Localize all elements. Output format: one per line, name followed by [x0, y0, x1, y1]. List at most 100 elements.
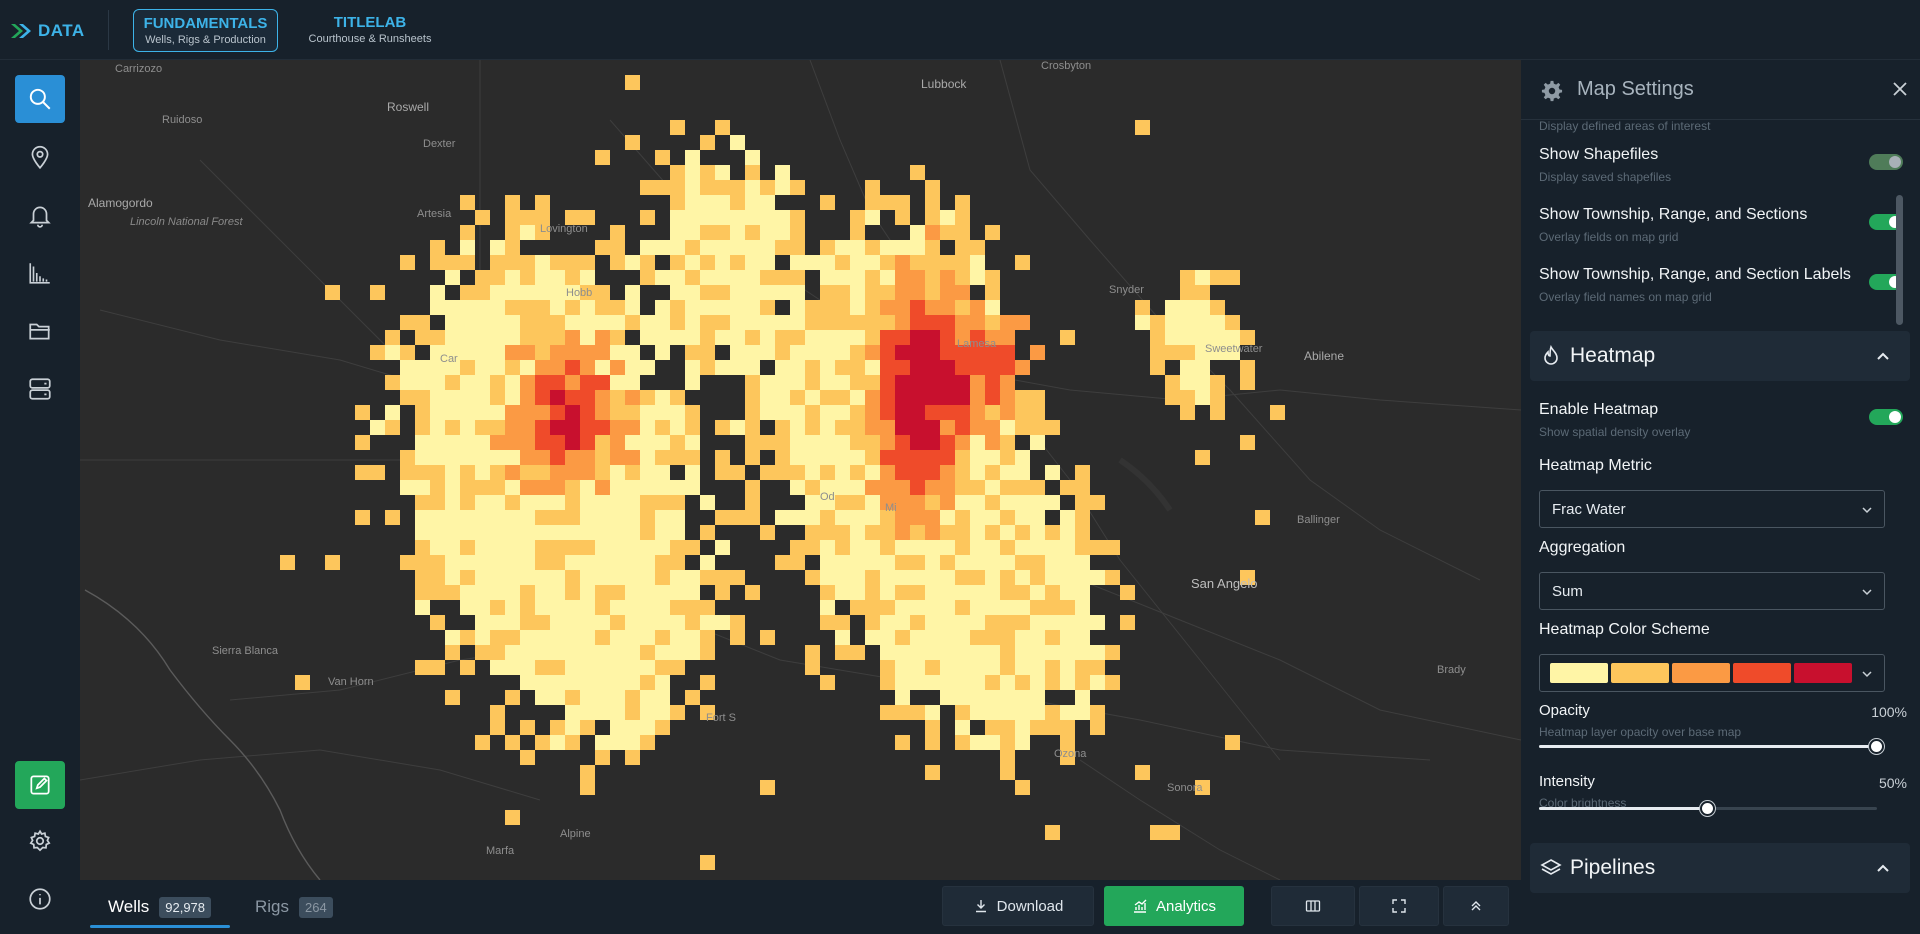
- heatmap-cell: [1150, 825, 1165, 840]
- heatmap-section-header[interactable]: Heatmap: [1530, 331, 1910, 381]
- heatmap-cell: [880, 345, 895, 360]
- heatmap-cell: [460, 450, 475, 465]
- heatmap-cell: [730, 270, 745, 285]
- heatmap-cell: [670, 435, 685, 450]
- panel-scroll-area[interactable]: Display defined areas of interest Show S…: [1521, 121, 1920, 934]
- rail-analytics-button[interactable]: [15, 249, 65, 297]
- heatmap-cell: [565, 360, 580, 375]
- rail-folders-button[interactable]: [15, 307, 65, 355]
- heatmap-cell: [685, 270, 700, 285]
- heatmap-cell: [880, 240, 895, 255]
- heatmap-cell: [490, 615, 505, 630]
- rail-settings-button[interactable]: [15, 817, 65, 865]
- tab-wells[interactable]: Wells 92,978: [108, 892, 212, 922]
- heatmap-cell: [505, 435, 520, 450]
- truncated-setting: Display defined areas of interest: [1539, 121, 1909, 133]
- heatmap-cell: [820, 570, 835, 585]
- intensity-slider[interactable]: [1539, 801, 1877, 816]
- heatmap-metric-select[interactable]: Frac Water: [1539, 490, 1885, 528]
- heatmap-cell: [640, 315, 655, 330]
- heatmap-cell: [415, 480, 430, 495]
- tab-rigs[interactable]: Rigs 264: [255, 892, 333, 922]
- heatmap-cell: [550, 330, 565, 345]
- heatmap-cell: [895, 255, 910, 270]
- heatmap-cell: [550, 510, 565, 525]
- heatmap-cell: [1000, 630, 1015, 645]
- heatmap-cell: [580, 255, 595, 270]
- heatmap-cell: [850, 645, 865, 660]
- heatmap-cell: [910, 345, 925, 360]
- rail-locations-button[interactable]: [15, 133, 65, 181]
- panel-scrollbar[interactable]: [1896, 120, 1903, 934]
- heatmap-cell: [685, 285, 700, 300]
- heatmap-cell: [505, 420, 520, 435]
- heatmap-cell: [445, 495, 460, 510]
- heatmap-cell: [865, 480, 880, 495]
- pipelines-section-header[interactable]: Pipelines: [1530, 843, 1910, 893]
- heatmap-cell: [955, 675, 970, 690]
- heatmap-cell: [745, 285, 760, 300]
- heatmap-cell: [805, 480, 820, 495]
- place-label: Hobb: [566, 287, 593, 299]
- heatmap-cell: [550, 435, 565, 450]
- slider-handle[interactable]: [1869, 739, 1884, 754]
- columns-toggle-button[interactable]: [1271, 886, 1355, 926]
- heatmap-cell: [1225, 735, 1240, 750]
- heatmap-cell: [640, 420, 655, 435]
- product-titlelab[interactable]: TITLELAB Courthouse & Runsheets: [300, 9, 440, 52]
- heatmap-cell: [895, 360, 910, 375]
- heatmap-cell: [595, 630, 610, 645]
- heatmap-cell: [1045, 420, 1060, 435]
- heatmap-cell: [625, 570, 640, 585]
- rail-info-button[interactable]: [15, 875, 65, 923]
- rail-alerts-button[interactable]: [15, 191, 65, 239]
- rail-edit-button[interactable]: [15, 761, 65, 809]
- heatmap-cell: [610, 525, 625, 540]
- heatmap-cell: [685, 180, 700, 195]
- heatmap-cell: [850, 495, 865, 510]
- heatmap-cell: [730, 345, 745, 360]
- color-scheme-select[interactable]: [1539, 654, 1885, 692]
- opacity-slider[interactable]: [1539, 739, 1884, 754]
- place-label: Lamesa: [957, 338, 997, 350]
- heatmap-cell: [475, 600, 490, 615]
- setting-enable-heatmap: Enable Heatmap Show spatial density over…: [1539, 401, 1909, 439]
- heatmap-cell: [1060, 720, 1075, 735]
- heatmap-cell: [565, 270, 580, 285]
- scrollbar-thumb[interactable]: [1896, 195, 1903, 325]
- place-label: Fort S: [706, 712, 736, 724]
- heatmap-cell: [700, 195, 715, 210]
- heatmap-cell: [760, 255, 775, 270]
- heatmap-cell: [625, 255, 640, 270]
- heatmap-cell: [835, 570, 850, 585]
- expand-table-button[interactable]: [1443, 886, 1509, 926]
- logo[interactable]: DATA: [10, 18, 85, 44]
- heatmap-cell: [625, 465, 640, 480]
- heatmap-cell: [760, 780, 775, 795]
- product-fundamentals[interactable]: FUNDAMENTALS Wells, Rigs & Production: [133, 9, 278, 52]
- analytics-button[interactable]: Analytics: [1104, 886, 1244, 926]
- heatmap-cell: [550, 675, 565, 690]
- heatmap-cell: [595, 510, 610, 525]
- heatmap-cell: [475, 540, 490, 555]
- heatmap-cell: [775, 390, 790, 405]
- close-icon[interactable]: [1891, 80, 1909, 98]
- chevron-up-icon: [1877, 864, 1889, 872]
- rail-search-button[interactable]: [15, 75, 65, 123]
- rail-data-button[interactable]: [15, 365, 65, 413]
- heatmap-cell: [595, 555, 610, 570]
- heatmap-cell: [775, 405, 790, 420]
- heatmap-cell: [715, 450, 730, 465]
- heatmap-cell: [670, 630, 685, 645]
- map-canvas[interactable]: Carrizozo Roswell Ruidoso Dexter Alamogordo L…: [80, 60, 1521, 880]
- aggregation-select[interactable]: Sum: [1539, 572, 1885, 610]
- heatmap-cell: [850, 600, 865, 615]
- heatmap-cell: [700, 630, 715, 645]
- heatmap-cell: [445, 315, 460, 330]
- download-button[interactable]: Download: [942, 886, 1094, 926]
- place-label: Marfa: [486, 845, 515, 857]
- fullscreen-button[interactable]: [1359, 886, 1439, 926]
- slider-handle[interactable]: [1700, 801, 1715, 816]
- heatmap-cell: [775, 270, 790, 285]
- heatmap-cell: [880, 585, 895, 600]
